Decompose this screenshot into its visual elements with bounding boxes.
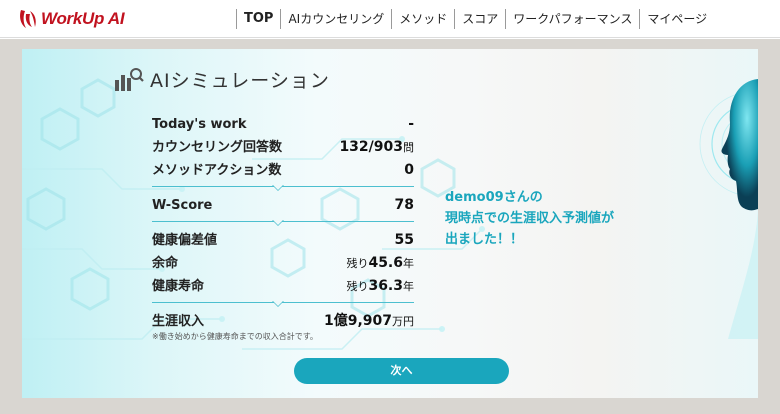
nav-method[interactable]: メソッド bbox=[391, 9, 454, 29]
stat-number: 36.3 bbox=[368, 278, 403, 294]
page-title: AIシミュレーション bbox=[114, 65, 330, 93]
stat-value: 55 bbox=[394, 232, 414, 248]
stat-value: 78 bbox=[394, 197, 414, 213]
stat-number: 1億9,907 bbox=[323, 313, 392, 329]
stat-number: 45.6 bbox=[368, 255, 403, 271]
next-button[interactable]: 次へ bbox=[294, 358, 509, 384]
title-text: AIシミュレーション bbox=[150, 69, 330, 92]
ai-head-illustration bbox=[699, 79, 758, 339]
stat-healthy-life: 健康寿命 残り36.3年 bbox=[152, 275, 414, 298]
stat-unit: 問 bbox=[403, 141, 414, 154]
stat-value: 1億9,907万円 bbox=[324, 310, 414, 333]
stat-label: W-Score bbox=[152, 198, 213, 213]
main-nav: TOP AIカウンセリング メソッド スコア ワークパフォーマンス マイページ bbox=[236, 8, 714, 30]
stat-wscore: W-Score 78 bbox=[152, 194, 414, 217]
stat-value: 残り36.3年 bbox=[346, 275, 414, 298]
stat-value: 残り45.6年 bbox=[346, 252, 414, 275]
stat-health-deviation: 健康偏差値 55 bbox=[152, 229, 414, 252]
stat-prefix: 残り bbox=[346, 257, 369, 270]
simulation-panel: AIシミュレーション Today's work - カウンセリング回答数 132… bbox=[22, 49, 758, 398]
logo-text: WorkUp AI bbox=[41, 9, 125, 28]
result-message: demo09さんの 現時点での生涯収入予測値が 出ました！！ bbox=[445, 187, 614, 250]
section-divider bbox=[152, 220, 414, 226]
stat-label: 健康偏差値 bbox=[152, 233, 218, 248]
message-line: 現時点での生涯収入予測値が bbox=[445, 211, 615, 226]
message-line: demo09さんの bbox=[445, 190, 543, 205]
section-divider bbox=[152, 185, 414, 191]
message-line: 出ました！！ bbox=[445, 232, 524, 247]
stat-unit: 年 bbox=[403, 280, 414, 293]
nav-mypage[interactable]: マイページ bbox=[639, 9, 714, 29]
stat-label: 余命 bbox=[152, 256, 179, 271]
stat-label: Today's work bbox=[152, 117, 247, 132]
stat-label: 健康寿命 bbox=[152, 279, 205, 294]
nav-top[interactable]: TOP bbox=[236, 9, 280, 29]
workup-logo-icon bbox=[20, 10, 36, 28]
logo[interactable]: WorkUp AI bbox=[18, 7, 125, 31]
stat-number: 132/903 bbox=[339, 139, 403, 155]
stat-value: - bbox=[408, 116, 414, 132]
top-header: WorkUp AI TOP AIカウンセリング メソッド スコア ワークパフォー… bbox=[0, 0, 780, 38]
stat-prefix: 残り bbox=[346, 280, 369, 293]
nav-score[interactable]: スコア bbox=[454, 9, 505, 29]
stat-label: カウンセリング回答数 bbox=[152, 140, 283, 155]
stat-unit: 年 bbox=[403, 257, 414, 270]
stat-value: 0 bbox=[404, 162, 414, 178]
nav-ai-counseling[interactable]: AIカウンセリング bbox=[280, 9, 391, 29]
stat-value: 132/903問 bbox=[339, 136, 414, 159]
content-frame: AIシミュレーション Today's work - カウンセリング回答数 132… bbox=[0, 39, 780, 414]
stat-unit: 万円 bbox=[392, 315, 414, 328]
section-divider bbox=[152, 301, 414, 307]
simulation-stats: Today's work - カウンセリング回答数 132/903問 メソッドア… bbox=[152, 113, 414, 342]
stat-lifetime-income: 生涯収入 1億9,907万円 bbox=[152, 310, 414, 333]
stat-counseling: カウンセリング回答数 132/903問 bbox=[152, 136, 414, 159]
stat-label: メソッドアクション数 bbox=[152, 163, 282, 178]
chart-search-icon bbox=[115, 68, 144, 91]
nav-work-performance[interactable]: ワークパフォーマンス bbox=[505, 9, 639, 29]
stat-life-expectancy: 余命 残り45.6年 bbox=[152, 252, 414, 275]
stat-todays-work: Today's work - bbox=[152, 113, 414, 136]
stat-method-actions: メソッドアクション数 0 bbox=[152, 159, 414, 182]
stat-label: 生涯収入 bbox=[152, 314, 205, 329]
